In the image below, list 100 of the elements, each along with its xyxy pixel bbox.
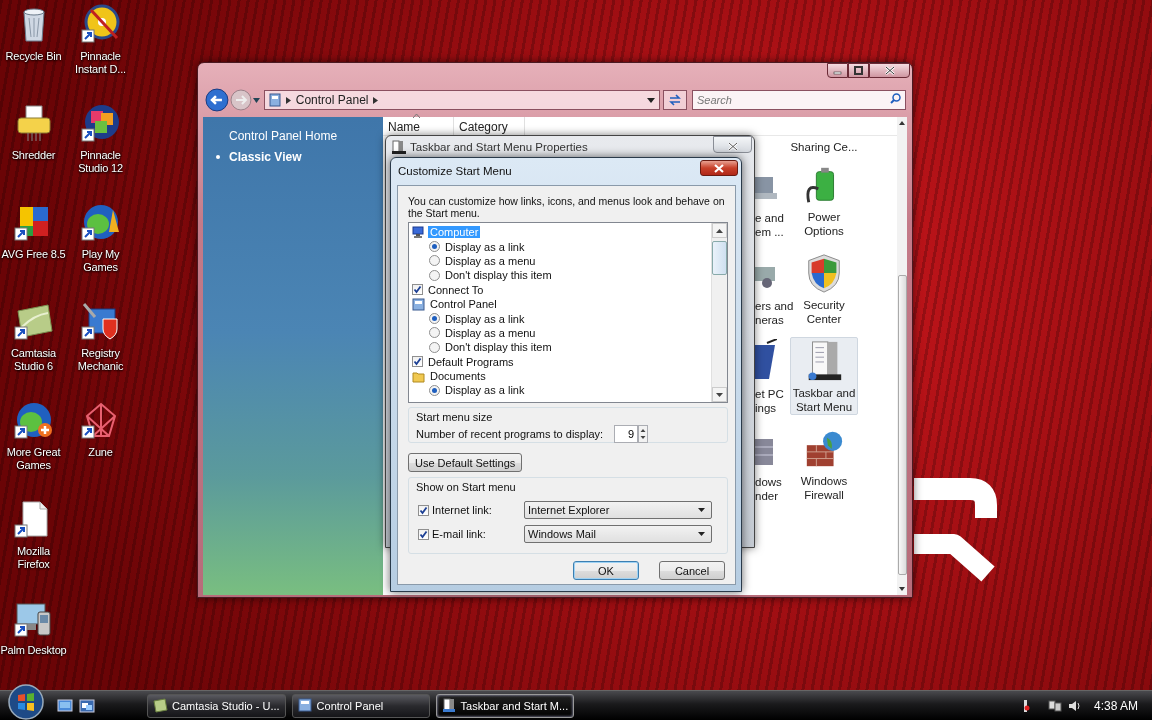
- item-tile[interactable]: Power Options: [790, 161, 858, 239]
- group-title: Show on Start menu: [416, 481, 517, 493]
- maximize-button[interactable]: [848, 63, 869, 78]
- scrollbar[interactable]: [897, 117, 907, 595]
- scroll-thumb[interactable]: [897, 275, 907, 575]
- radio-button[interactable]: [429, 269, 440, 281]
- item-label[interactable]: e and em ...: [755, 211, 784, 239]
- scroll-up-arrow-icon[interactable]: [716, 228, 723, 233]
- desktop-icon-label[interactable]: Mozilla Firefox: [0, 545, 67, 571]
- plug-icon[interactable]: [1021, 698, 1030, 713]
- item-label[interactable]: Sharing Ce...: [790, 140, 858, 154]
- desktop-icon-label[interactable]: AVG Free 8.5: [1, 248, 66, 261]
- radio-button[interactable]: [429, 241, 440, 253]
- taskbar-button[interactable]: Taskbar and Start M...: [435, 693, 575, 718]
- desktop-icon-label[interactable]: Recycle Bin: [5, 50, 62, 63]
- start-button[interactable]: [7, 682, 45, 720]
- option-label[interactable]: Display as a menu: [443, 254, 538, 267]
- search-field[interactable]: Search: [692, 90, 906, 110]
- desktop-icon-label[interactable]: Play My Games: [67, 248, 134, 274]
- taskbar-button[interactable]: Camtasia Studio - U...: [147, 693, 286, 718]
- option-label[interactable]: Display as a link: [443, 384, 527, 397]
- reset-button[interactable]: Use Default Settings: [408, 453, 523, 472]
- item-label[interactable]: dows nder: [755, 475, 782, 503]
- disc-icon[interactable]: [80, 4, 121, 44]
- tree-item-label[interactable]: Connect To: [426, 283, 486, 296]
- radio-button[interactable]: [429, 341, 440, 353]
- dropdown[interactable]: Windows Mail: [524, 525, 712, 543]
- nav-link[interactable]: Classic View: [229, 150, 302, 164]
- tree-item-label[interactable]: Default Programs: [426, 355, 516, 368]
- minimize-button[interactable]: [827, 63, 848, 78]
- radio-button[interactable]: [429, 313, 440, 325]
- breadcrumb-arrow-icon[interactable]: [285, 96, 291, 104]
- radio-button[interactable]: [429, 327, 440, 339]
- option-label[interactable]: Internet link:: [432, 504, 492, 516]
- close-button[interactable]: [869, 63, 910, 78]
- speaker-icon[interactable]: [1067, 698, 1082, 713]
- checkbox[interactable]: [418, 528, 429, 540]
- option-label[interactable]: Display as a menu: [443, 326, 538, 339]
- refresh-button[interactable]: [663, 90, 687, 110]
- dropdown-arrow-icon[interactable]: [698, 508, 705, 512]
- breadcrumb-item[interactable]: Control Panel: [295, 93, 369, 107]
- cancel-button[interactable]: Cancel: [659, 561, 725, 580]
- item-label[interactable]: et PC ings: [755, 387, 784, 415]
- switch-windows-icon[interactable]: [79, 698, 95, 713]
- item-label[interactable]: Security Center: [803, 298, 845, 326]
- desktop-icon-label[interactable]: Pinnacle Studio 12: [67, 149, 134, 175]
- item-label[interactable]: Power Options: [804, 210, 844, 238]
- item-label[interactable]: Windows Firewall: [800, 474, 848, 502]
- taskbar-button[interactable]: Control Panel: [291, 693, 430, 718]
- dropdown-arrow-icon[interactable]: [698, 532, 705, 536]
- checkbox[interactable]: [412, 284, 423, 296]
- cartoon-creature-icon[interactable]: [13, 400, 54, 440]
- checkbox[interactable]: [412, 356, 423, 368]
- show-desktop-icon[interactable]: [57, 698, 73, 713]
- item-tile[interactable]: Windows Firewall: [790, 425, 858, 503]
- number-field[interactable]: 9: [614, 425, 639, 443]
- option-label[interactable]: Don't display this item: [443, 341, 554, 354]
- option-label[interactable]: Display as a link: [443, 312, 527, 325]
- refresh-icon: [668, 94, 683, 106]
- item-label[interactable]: Taskbar and Start Menu: [792, 386, 856, 414]
- close-icon: [714, 163, 724, 173]
- item-label[interactable]: ers and neras: [755, 299, 794, 327]
- option-label[interactable]: E-mail link:: [432, 528, 486, 540]
- radio-button[interactable]: [429, 255, 440, 267]
- spin-arrows-icon[interactable]: [638, 425, 649, 443]
- checkbox[interactable]: [418, 504, 429, 516]
- scrollbar[interactable]: [711, 223, 727, 402]
- search-icon[interactable]: [890, 93, 901, 104]
- nav-link[interactable]: Control Panel Home: [229, 129, 338, 143]
- dropdown[interactable]: Internet Explorer: [524, 501, 712, 519]
- close-icon: [884, 66, 895, 75]
- network-icon[interactable]: [1047, 698, 1062, 713]
- desktop-icon-label[interactable]: Registry Mechanic: [67, 347, 134, 373]
- scroll-down-arrow-icon[interactable]: [716, 392, 723, 397]
- cartoon-creature-icon[interactable]: [80, 202, 121, 242]
- tilted-sheet-icon[interactable]: [13, 301, 54, 341]
- desktop-icon-label[interactable]: Pinnacle Instant D...: [67, 50, 134, 76]
- clock[interactable]: 4:38 AM: [1093, 698, 1138, 713]
- close-button[interactable]: [700, 160, 738, 176]
- ok-button[interactable]: OK: [573, 561, 639, 580]
- breadcrumb-arrow-icon[interactable]: [373, 96, 379, 104]
- item-tile[interactable]: Taskbar and Start Menu: [790, 337, 858, 415]
- desktop-icon-label[interactable]: Zune: [88, 446, 113, 459]
- desktop-icon-label[interactable]: Camtasia Studio 6: [0, 347, 67, 373]
- desktop-icon-label[interactable]: Palm Desktop: [0, 644, 67, 657]
- radio-button[interactable]: [429, 385, 440, 396]
- address-bar[interactable]: Control Panel: [263, 90, 661, 110]
- window-shield-icon[interactable]: [80, 301, 121, 341]
- back-button[interactable]: [205, 88, 229, 112]
- history-dropdown-icon[interactable]: [252, 97, 260, 103]
- tree-item-label[interactable]: Control Panel: [428, 298, 499, 311]
- option-label[interactable]: Don't display this item: [443, 269, 554, 282]
- scroll-thumb[interactable]: [712, 241, 727, 275]
- tree-item-label[interactable]: Documents: [428, 370, 488, 383]
- desktop-icon-label[interactable]: Shredder: [11, 149, 56, 162]
- dropdown-arrow-icon[interactable]: [647, 97, 656, 103]
- colorful-squares-icon[interactable]: [80, 103, 121, 143]
- window-title: Customize Start Menu: [398, 165, 512, 177]
- desktop-icon-label[interactable]: More Great Games: [0, 446, 67, 472]
- option-label[interactable]: Display as a link: [443, 240, 527, 253]
